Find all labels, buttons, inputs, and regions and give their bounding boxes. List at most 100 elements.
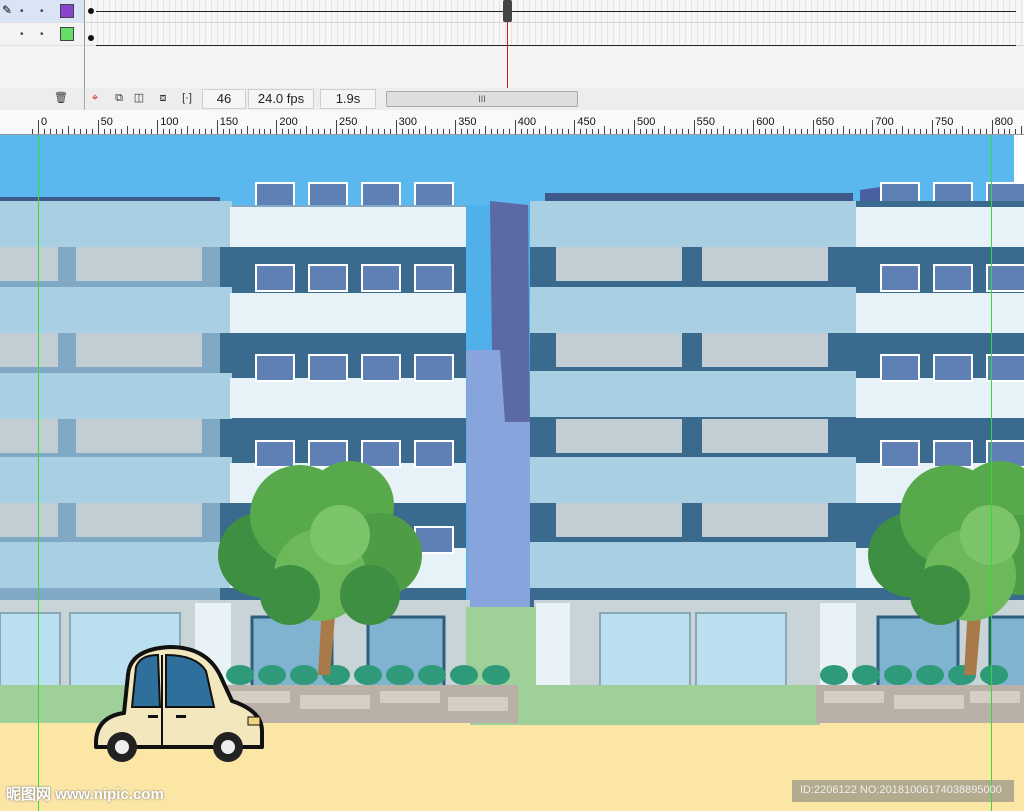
playhead-handle[interactable] (503, 0, 512, 22)
keyframe-dot[interactable] (88, 8, 94, 14)
ruler-tick (747, 129, 749, 134)
onion-skin-icon[interactable]: ⧉ (112, 91, 126, 105)
layer-row-2[interactable]: • • (0, 23, 84, 46)
ruler-tick (133, 129, 135, 134)
ruler-label: 750 (935, 116, 954, 128)
ruler-tick (73, 129, 75, 134)
ruler-tick (806, 129, 808, 134)
ruler-tick (61, 129, 63, 134)
timeline-panel: ✎ • • • • (0, 0, 1024, 89)
ruler-tick (508, 129, 510, 134)
ruler-tick (914, 129, 916, 134)
visibility-dot-icon[interactable]: • (20, 6, 24, 17)
ruler-tick (449, 129, 451, 134)
ruler-tick (777, 129, 779, 134)
ruler-tick (181, 129, 183, 134)
ruler-tick (318, 129, 320, 134)
ruler-tick (830, 129, 832, 134)
edit-multiple-frames-icon[interactable]: ⧈ (156, 91, 170, 105)
ruler-tick (681, 129, 683, 134)
ruler-tick (324, 129, 326, 134)
ruler-tick (383, 129, 385, 134)
ruler-tick (395, 120, 397, 134)
ruler-tick (902, 126, 904, 134)
keyframe-dot[interactable] (88, 35, 94, 41)
ruler-tick (115, 129, 117, 134)
ruler-tick (556, 129, 558, 134)
watermark-left: 昵图网 www.nipic.com (6, 786, 164, 803)
ruler-tick (353, 129, 355, 134)
ruler-label: 250 (339, 116, 358, 128)
ruler-tick (699, 129, 701, 134)
ruler-tick (896, 129, 898, 134)
layer-row-1[interactable]: ✎ • • (0, 0, 84, 23)
layer-color-swatch[interactable] (60, 4, 74, 18)
center-frame-icon[interactable]: ⌖ (88, 91, 102, 105)
ruler-tick (336, 120, 337, 134)
stage-guide-right[interactable] (991, 135, 992, 811)
ruler-tick (425, 126, 427, 134)
ruler-tick (544, 126, 546, 134)
ruler-tick (157, 120, 159, 134)
scroll-grip[interactable]: III (387, 92, 577, 106)
ruler-tick (741, 129, 743, 134)
ruler-tick (586, 129, 588, 134)
ruler-tick (473, 129, 475, 134)
ruler-tick (437, 129, 439, 134)
ruler-tick (234, 129, 236, 134)
onion-skin-outlines-icon[interactable]: ◫ (132, 91, 146, 105)
ruler-tick (985, 129, 987, 134)
ruler-tick (878, 129, 880, 134)
ruler-tick (330, 129, 332, 134)
ruler-tick (55, 129, 57, 134)
ruler-tick (294, 129, 296, 134)
modify-markers-icon[interactable]: [·] (180, 91, 194, 105)
ruler-tick (401, 129, 403, 134)
ruler-tick (1015, 129, 1017, 134)
ruler-tick (502, 129, 504, 134)
ruler-tick (443, 129, 445, 134)
ruler-tick (49, 129, 51, 134)
fps-readout[interactable]: 24.0 fps (248, 89, 314, 109)
ruler-tick (705, 129, 707, 134)
ruler-tick (884, 129, 886, 134)
elapsed-time-readout: 1.9s (320, 89, 376, 109)
ruler-tick (651, 129, 653, 134)
ruler-tick (955, 129, 957, 134)
ruler-tick (97, 120, 99, 134)
ruler-tick (377, 129, 379, 134)
visibility-dot-icon[interactable]: • (20, 29, 24, 40)
stage-canvas[interactable]: 昵图网 www.nipic.com ID:2206122 NO:20181006… (0, 135, 1024, 811)
ruler-tick (496, 129, 498, 134)
ruler-tick (711, 129, 713, 134)
frames-track-2[interactable] (86, 23, 1024, 46)
ruler-label: 400 (517, 116, 537, 128)
ruler-label: 650 (815, 116, 835, 128)
trash-icon[interactable]: 🗑 (54, 91, 68, 105)
ruler-tick (282, 129, 284, 134)
ruler-tick (264, 129, 266, 134)
lock-dot-icon[interactable]: • (40, 29, 44, 40)
frames-track-1[interactable] (86, 0, 1024, 23)
ruler-tick (43, 129, 45, 134)
ruler-tick (389, 129, 391, 134)
ruler-tick (961, 126, 963, 134)
ruler-label: 600 (756, 116, 775, 128)
ruler-tick (634, 120, 635, 134)
ruler-label: 200 (279, 116, 298, 128)
ruler-tick (252, 129, 254, 134)
lock-dot-icon[interactable]: • (40, 6, 44, 17)
ruler-tick (288, 129, 290, 134)
ruler-tick (592, 129, 594, 134)
ruler-tick (85, 129, 87, 134)
ruler-tick (1009, 129, 1011, 134)
ruler-label: 300 (398, 116, 417, 128)
ruler-tick (526, 129, 528, 134)
timeline-horizontal-scrollbar[interactable]: III (386, 91, 578, 107)
ruler-tick (979, 129, 981, 134)
ruler-tick (926, 129, 928, 134)
stage-guide-left[interactable] (38, 135, 39, 811)
layer-color-swatch[interactable] (60, 27, 74, 41)
ruler-label: 800 (994, 116, 1013, 128)
ruler-tick (628, 129, 630, 134)
